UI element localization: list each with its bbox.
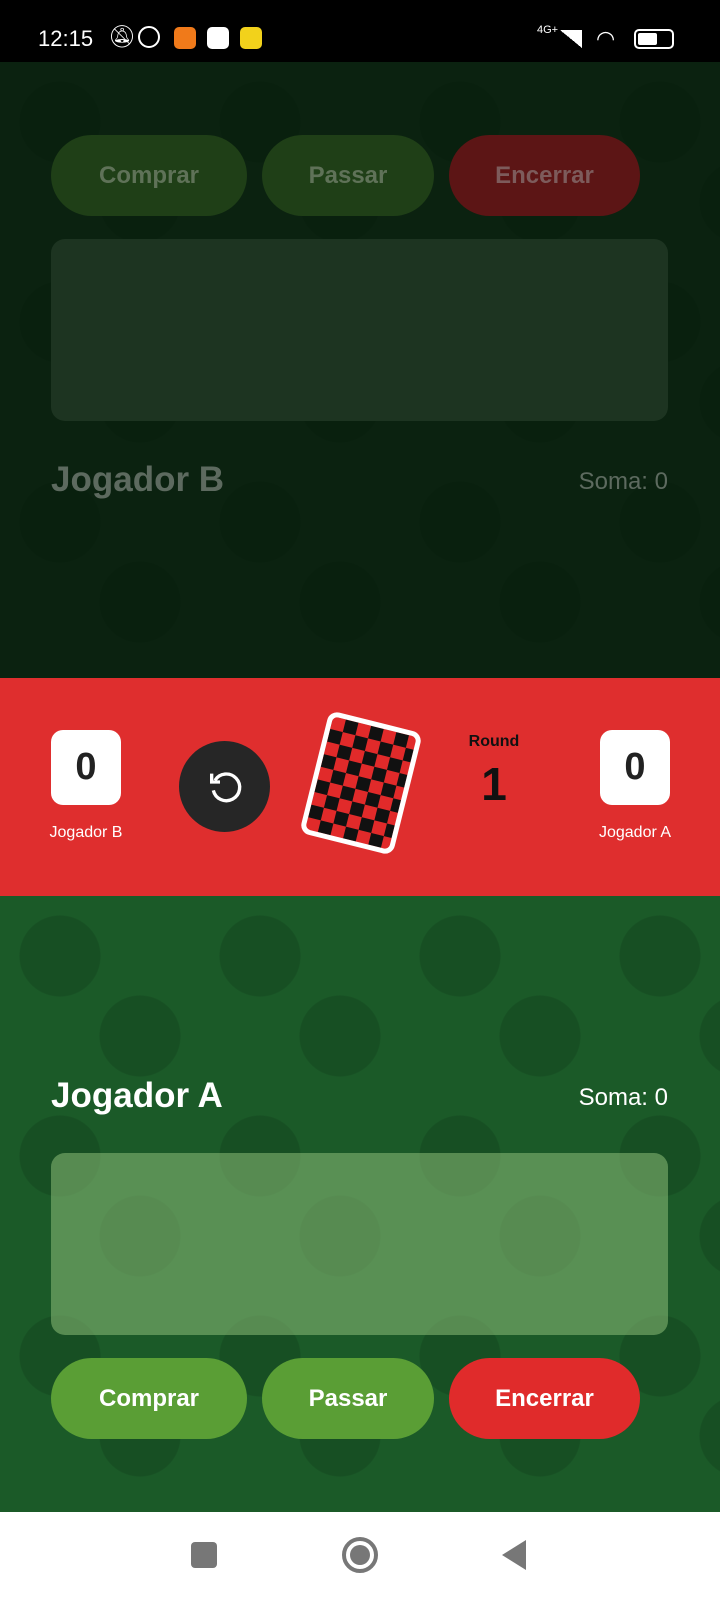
round-label: Round [468,733,520,750]
player-a-end-button[interactable]: Encerrar [449,1358,640,1439]
player-b-end-button[interactable]: Encerrar [449,135,640,216]
alarm-icon [138,26,160,48]
app-notification-icon [240,27,262,49]
player-b-name: Jogador B [51,460,225,499]
player-a-score-label: Jogador A [598,824,672,841]
player-b-score-label: Jogador B [49,824,123,841]
status-bar: 12:15 🔕︎ 4G+ ◠ [0,0,720,62]
round-value: 1 [481,758,507,810]
player-b-score: 0 [51,730,121,805]
player-a-pass-button[interactable]: Passar [262,1358,434,1439]
player-b-buy-button[interactable]: Comprar [51,135,247,216]
temu-app-icon [174,27,196,49]
player-a-area: Jogador A Soma: 0 Comprar Passar Encerra… [0,896,720,1512]
app-notification-icon [207,27,229,49]
player-a-name: Jogador A [51,1076,223,1115]
navigation-bar [0,1512,720,1600]
mute-bell-icon: 🔕︎ [108,24,136,49]
back-icon[interactable] [502,1540,526,1570]
player-a-sum: Soma: 0 [578,1084,668,1111]
player-b-hand [51,239,668,421]
player-b-pass-button[interactable]: Passar [262,135,434,216]
signal-icon [560,30,582,48]
player-a-hand [51,1153,668,1335]
round-indicator: Round 1 [444,733,544,811]
recents-icon[interactable] [191,1542,217,1568]
player-b-area: Comprar Passar Encerrar Jogador B Soma: … [0,62,720,678]
deck-card[interactable] [299,710,423,856]
player-b-sum: Soma: 0 [578,468,668,495]
restart-icon [209,771,241,802]
scoreboard: 0 Jogador B Round 1 0 Jogador A [0,678,720,896]
clock: 12:15 [38,26,94,51]
battery-icon [634,29,674,49]
player-a-buy-button[interactable]: Comprar [51,1358,247,1439]
restart-button[interactable] [179,741,270,832]
network-label: 4G+ [537,24,559,36]
player-a-score: 0 [600,730,670,805]
wifi-icon: ◠ [596,26,616,51]
home-icon[interactable] [342,1537,378,1573]
